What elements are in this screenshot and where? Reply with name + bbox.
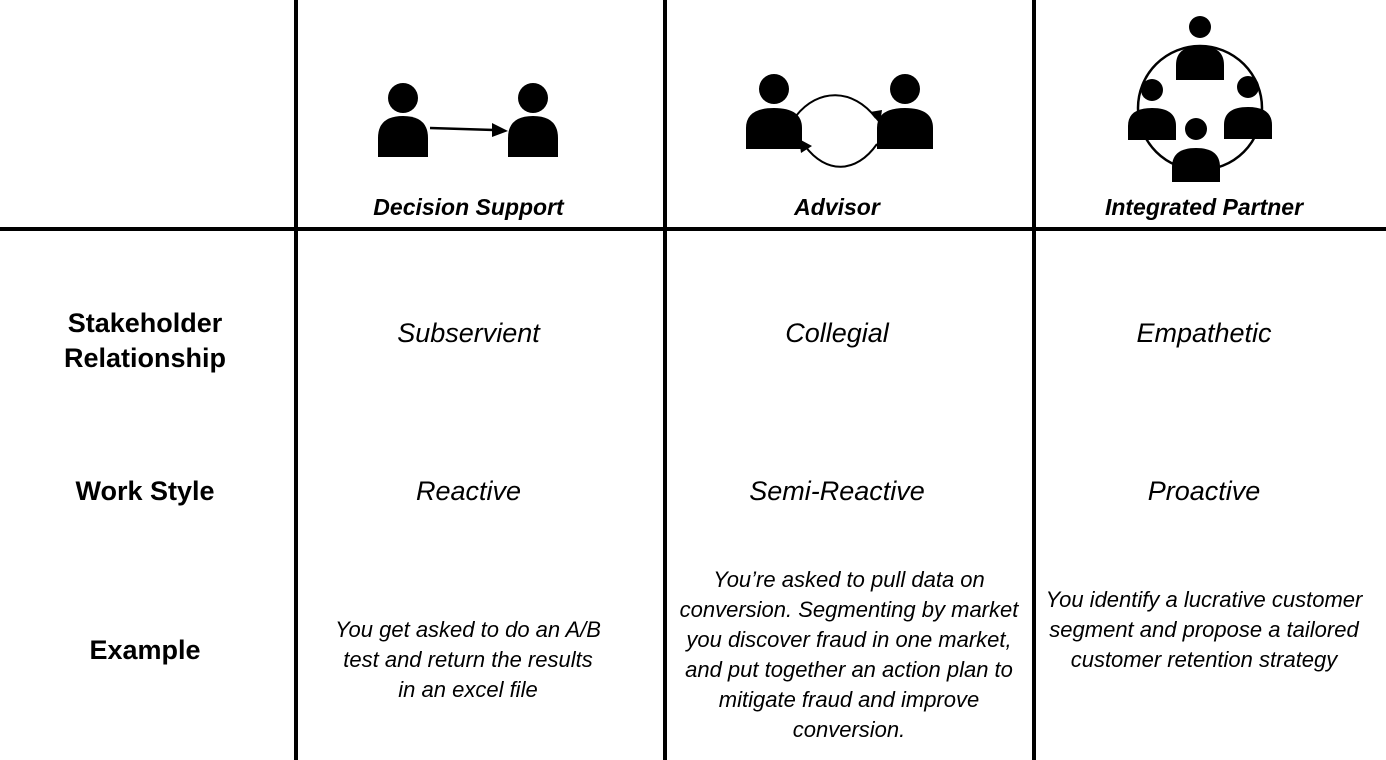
column-title-integrated-partner: Integrated Partner — [1104, 194, 1304, 220]
two-people-two-way-arrows-icon — [746, 74, 933, 168]
example-integrated-partner: You identify a lucrative customer segmen… — [1045, 587, 1363, 672]
column-divider-1 — [294, 0, 298, 760]
row-label-example: Example — [89, 635, 201, 665]
two-people-one-way-arrow-icon — [378, 83, 558, 157]
column-divider-2 — [663, 0, 667, 760]
work-style-advisor: Semi-Reactive — [749, 476, 925, 506]
stakeholder-relationship-integrated-partner: Empathetic — [1136, 318, 1272, 348]
stakeholder-relationship-decision-support: Subservient — [397, 318, 540, 348]
four-people-circle-icon — [1128, 15, 1272, 182]
column-title-decision-support: Decision Support — [373, 194, 564, 220]
column-divider-3 — [1032, 0, 1036, 760]
stakeholder-relationship-advisor: Collegial — [785, 318, 889, 348]
row-label-work-style: Work Style — [75, 476, 215, 506]
work-style-decision-support: Reactive — [415, 476, 522, 506]
work-style-integrated-partner: Proactive — [1147, 476, 1261, 506]
row-label-stakeholder-relationship: Stakeholder Relationship — [63, 308, 226, 373]
header-divider — [0, 227, 1386, 231]
column-title-advisor: Advisor — [794, 194, 880, 220]
example-advisor: You’re asked to pull data on conversion.… — [679, 567, 1019, 742]
example-decision-support: You get asked to do an A/B test and retu… — [335, 617, 601, 702]
